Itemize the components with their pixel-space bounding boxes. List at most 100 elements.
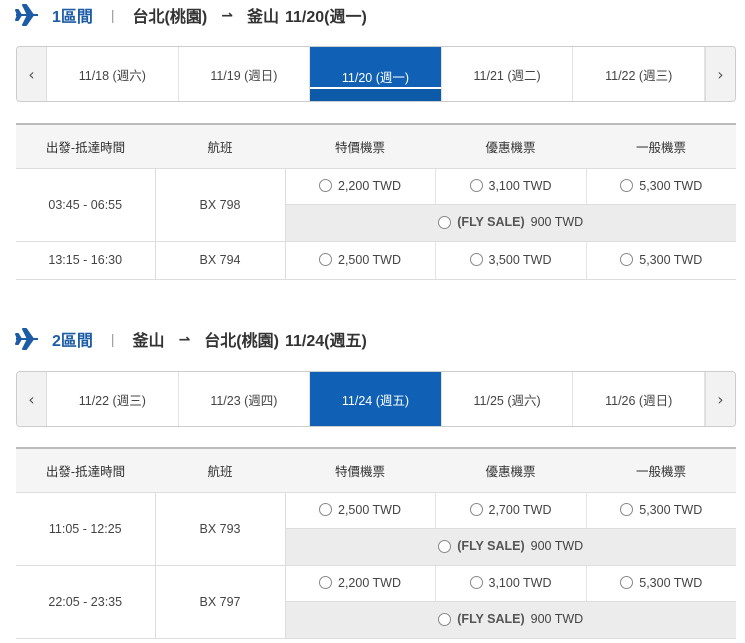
date-tab[interactable]: 11/26 (週日) [573,372,705,426]
flight-time: 22:05 - 23:35 [16,565,156,639]
fare-normal[interactable]: 5,300 TWD [586,241,736,280]
airplane-icon [15,4,38,26]
leg1-header: 1區間 | 台北(桃園) ⇀ 釜山 11/20(週一) [14,0,367,30]
table-row: 03:45 - 06:55 BX 798 2,200 TWD 3,100 TWD… [16,168,736,242]
date-tab-label: 11/20 (週一) [341,71,410,85]
fare-special[interactable]: 2,500 TWD [285,492,436,529]
col-flight: 航班 [155,123,285,169]
sale-label: (FLY SALE) [457,612,525,627]
fare-price: 3,500 TWD [488,252,552,267]
date-tab-selected[interactable]: 11/20 (週一) [310,47,442,101]
col-normal: 一般機票 [586,123,736,169]
radio-button[interactable] [438,539,452,553]
fly-sale-option[interactable]: (FLY SALE) 900 TWD [285,204,736,242]
fare-price: 5,300 TWD [639,178,703,193]
table-row: 22:05 - 23:35 BX 797 2,200 TWD 3,100 TWD… [16,565,736,639]
destination: 釜山 [246,9,279,26]
radio-button[interactable] [620,576,634,590]
header-separator: | [110,7,115,23]
date-tab[interactable]: 11/19 (週日) [179,47,311,101]
radio-button[interactable] [469,503,483,517]
col-special: 特價機票 [285,123,435,169]
date-tab[interactable]: 11/18 (週六) [47,47,179,101]
date-tab[interactable]: 11/23 (週四) [179,372,311,426]
col-flight: 航班 [155,447,285,493]
radio-button[interactable] [438,612,452,626]
origin: 釜山 [132,333,165,350]
route-arrow-icon: ⇀ [178,330,191,347]
fare-price: 2,200 TWD [338,178,401,193]
radio-button[interactable] [319,179,332,193]
date-tab[interactable]: 11/22 (週三) [573,47,705,101]
leg-label: 2區間 [52,333,93,350]
radio-button[interactable] [438,215,452,229]
fare-price: 2,700 TWD [488,502,552,517]
radio-button[interactable] [469,179,483,193]
fare-discount[interactable]: 3,100 TWD [435,168,587,205]
radio-button[interactable] [620,253,634,267]
fare-discount[interactable]: 3,100 TWD [435,565,587,602]
fare-price: 5,300 TWD [639,575,703,590]
fare-price: 2,500 TWD [338,252,401,267]
fare-table: 出發-抵達時間 航班 特價機票 優惠機票 一般機票 03:45 - 06:55 … [16,123,736,280]
col-discount: 優惠機票 [435,123,586,169]
sale-price: 900 TWD [530,539,584,554]
date-tab[interactable]: 11/21 (週二) [442,47,574,101]
fare-special[interactable]: 2,500 TWD [285,241,436,280]
fare-discount[interactable]: 3,500 TWD [435,241,587,280]
date-selector: ‹ 11/22 (週三) 11/23 (週四) 11/24 (週五) 11/25… [16,371,736,427]
date-tab[interactable]: 11/22 (週三) [47,372,179,426]
leg-label: 1區間 [52,9,93,26]
chevron-right-icon[interactable]: › [704,47,735,101]
airplane-icon [15,328,38,350]
fare-table: 出發-抵達時間 航班 特價機票 優惠機票 一般機票 11:05 - 12:25 … [16,447,736,639]
radio-button[interactable] [469,576,483,590]
leg2-header: 2區間 | 釜山 ⇀ 台北(桃園) 11/24(週五) [14,324,367,354]
date-selector: ‹ 11/18 (週六) 11/19 (週日) 11/20 (週一) 11/21… [16,46,736,102]
col-time: 出發-抵達時間 [16,123,155,169]
fare-normal[interactable]: 5,300 TWD [586,565,736,602]
chevron-left-icon[interactable]: ‹ [17,372,47,426]
chevron-left-icon[interactable]: ‹ [17,47,47,101]
fare-price: 3,100 TWD [488,178,552,193]
fly-sale-option[interactable]: (FLY SALE) 900 TWD [285,601,736,639]
flight-number: BX 798 [155,168,286,242]
sale-label: (FLY SALE) [457,215,525,230]
fare-price: 2,200 TWD [338,575,401,590]
fare-special[interactable]: 2,200 TWD [285,565,436,602]
flight-time: 11:05 - 12:25 [16,492,156,566]
radio-button[interactable] [319,503,332,517]
fare-price: 3,100 TWD [488,575,552,590]
date-tab[interactable]: 11/25 (週六) [442,372,574,426]
fare-normal[interactable]: 5,300 TWD [586,492,736,529]
route: 釜山 ⇀ 台北(桃園) 11/24(週五) [133,327,367,351]
fare-price: 5,300 TWD [639,502,703,517]
origin: 台北(桃園) [132,9,208,26]
col-normal: 一般機票 [586,447,736,493]
destination: 台北(桃園) [204,333,279,350]
sale-price: 900 TWD [530,612,584,627]
radio-button[interactable] [620,179,634,193]
route: 台北(桃園) ⇀ 釜山 11/20(週一) [133,3,367,27]
table-header: 出發-抵達時間 航班 特價機票 優惠機票 一般機票 [16,447,736,493]
fare-special[interactable]: 2,200 TWD [285,168,436,205]
radio-button[interactable] [620,503,634,517]
table-row: 11:05 - 12:25 BX 793 2,500 TWD 2,700 TWD… [16,492,736,566]
col-discount: 優惠機票 [435,447,586,493]
fare-normal[interactable]: 5,300 TWD [586,168,736,205]
fare-price: 2,500 TWD [338,502,401,517]
sale-price: 900 TWD [530,215,584,230]
flight-number: BX 794 [155,241,286,280]
radio-button[interactable] [319,576,332,590]
fly-sale-option[interactable]: (FLY SALE) 900 TWD [285,528,736,566]
sale-label: (FLY SALE) [457,539,525,554]
leg-date: 11/20(週一) [284,9,367,26]
fare-discount[interactable]: 2,700 TWD [435,492,587,529]
radio-button[interactable] [319,253,332,267]
date-tab-selected[interactable]: 11/24 (週五) [310,372,442,426]
flight-number: BX 793 [155,492,286,566]
chevron-right-icon[interactable]: › [704,372,735,426]
table-row: 13:15 - 16:30 BX 794 2,500 TWD 3,500 TWD… [16,241,736,280]
header-separator: | [110,331,115,347]
radio-button[interactable] [469,253,483,267]
